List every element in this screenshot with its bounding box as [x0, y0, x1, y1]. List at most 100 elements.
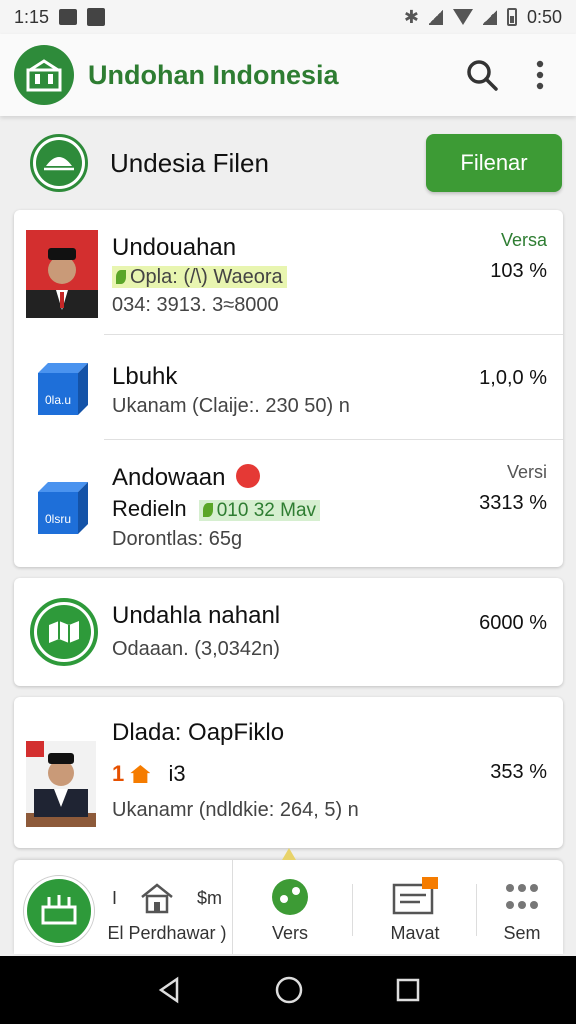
item-sub: i3: [168, 761, 186, 786]
item-percent: 353 %: [490, 761, 547, 783]
nav-home-top-left: I: [112, 887, 118, 908]
app-icon: [30, 598, 98, 666]
house-icon: [130, 765, 151, 783]
sub-logo-inner: [36, 140, 82, 186]
item-tag-text: 010 32 Mav: [216, 500, 317, 521]
item-tag: Opla: (/\) Waeora: [112, 266, 287, 289]
fab-button[interactable]: [24, 876, 94, 946]
filter-button[interactable]: Filenar: [426, 134, 562, 192]
list-item[interactable]: Undouahan Opla: (/\) Waeora 034: 3913. 3…: [14, 210, 563, 334]
item-title: Dlada: OapFiklo: [112, 719, 285, 746]
item-meta: Ukanamr (ndldkie: 264, 5) n: [112, 799, 359, 821]
list-card-3[interactable]: Dlada: OapFiklo 1 i3 Ukanamr (ndldkie: 2…: [14, 697, 563, 848]
nav-home-top-right: $m: [196, 887, 222, 908]
leaf-icon: [116, 270, 126, 284]
leaf-icon: [202, 503, 213, 517]
item-title: Andowaan: [112, 464, 261, 492]
avatar-photo: [26, 741, 96, 827]
bluetooth-icon: ✱: [403, 6, 419, 27]
home-circle-icon[interactable]: [274, 975, 304, 1005]
box-label: 0lsru: [44, 512, 71, 526]
signal-icon: [428, 9, 443, 25]
item-badge-number: 1: [112, 761, 125, 786]
bottom-navigation: I $m El Perdhawar ) Vers Mavat Sem: [14, 848, 563, 954]
list-item[interactable]: 0la.u Lbuhk Ukanam (Claije:. 230 50) n 1…: [14, 335, 563, 439]
nav-separator: [352, 884, 353, 936]
nav-label: Sem: [503, 923, 541, 943]
flower-icon: [236, 464, 261, 488]
nav-item-home[interactable]: I $m El Perdhawar ): [106, 860, 228, 954]
person-photo-icon: [26, 741, 96, 827]
wifi-icon: [452, 9, 473, 25]
chat-icon: [272, 879, 308, 915]
item-percent: 6000 %: [479, 612, 547, 634]
list-card-2[interactable]: Undahla nahanl Odaaan. (3,0342n) 6000 %: [14, 578, 563, 686]
person-photo-icon: [26, 230, 98, 318]
item-meta: Odaaan. (3,0342n): [112, 638, 280, 660]
more-options-button[interactable]: [518, 53, 562, 97]
avatar-photo: [26, 230, 98, 318]
item-title-text: Andowaan: [112, 464, 226, 491]
app-bar: Undohan Indonesia: [0, 34, 576, 116]
item-percent: 3313 %: [479, 492, 547, 514]
scan-icon: [41, 895, 77, 925]
signal-icon-2: [482, 9, 497, 25]
item-version-label: Versa: [500, 230, 547, 250]
item-title: Lbuhk: [112, 363, 178, 390]
cube-icon: [38, 482, 88, 534]
nav-item-home-top: I $m: [112, 882, 222, 914]
app-icon-inner: [37, 605, 91, 659]
item-title: Undahla nahanl: [112, 602, 281, 629]
item-meta: Ukanam (Claije:. 230 50) n: [112, 395, 350, 417]
nav-separator: [232, 860, 233, 954]
item-title: Undouahan: [112, 234, 237, 261]
nav-separator: [476, 884, 477, 936]
item-meta: Dorontlas: 65g: [112, 528, 243, 550]
search-button[interactable]: [460, 53, 504, 97]
notification-icon: [59, 9, 78, 25]
list-card-1: Undouahan Opla: (/\) Waeora 034: 3913. 3…: [14, 210, 563, 567]
grid-icon: [506, 884, 538, 909]
recents-icon[interactable]: [395, 977, 421, 1003]
nav-label: El Perdhawar ): [107, 923, 227, 943]
nav-item-mavat[interactable]: Mavat: [358, 860, 472, 954]
item-badge-line: 1 i3: [112, 761, 186, 787]
status-bar: 1:15 ✱ 0:50: [0, 0, 576, 34]
item-tag-text: Opla: (/\) Waeora: [130, 266, 283, 288]
sub-header: Undesia Filen Filenar: [0, 118, 576, 208]
building-icon: [26, 59, 62, 92]
boat-icon: [44, 157, 74, 171]
item-tag-highlight: 010 32 Mav: [198, 500, 321, 521]
map-icon: [49, 621, 79, 643]
item-percent: 1,0,0 %: [479, 367, 547, 389]
item-percent: 103 %: [490, 260, 547, 282]
nav-label: Vers: [271, 923, 309, 943]
item-version-label: Versi: [506, 462, 547, 482]
system-navigation-bar: [0, 956, 576, 1024]
item-meta: 034: 3913. 3≈8000: [112, 294, 279, 316]
battery-icon: [506, 8, 517, 26]
nav-indicator: [282, 848, 296, 860]
app-title: Undohan Indonesia: [88, 59, 339, 90]
box-label: 0la.u: [44, 393, 72, 407]
item-subtitle-line: Redieln 010 32 Mav: [112, 496, 321, 522]
search-icon: [467, 60, 498, 91]
status-time: 1:15: [14, 6, 50, 27]
mail-icon: [392, 877, 438, 915]
section-title: Undesia Filen: [110, 147, 269, 178]
more-vert-icon: [536, 60, 544, 90]
app-logo[interactable]: [14, 45, 74, 105]
home-icon: [141, 883, 173, 914]
notification-icon-2: [87, 8, 106, 26]
nav-label: Mavat: [390, 923, 440, 943]
back-icon[interactable]: [155, 976, 183, 1004]
nav-item-sem[interactable]: Sem: [482, 860, 562, 954]
status-right: ✱ 0:50: [404, 7, 562, 28]
list-item[interactable]: 0lsru Andowaan Redieln 010 32 Mav Doront…: [14, 440, 563, 567]
status-clock: 0:50: [526, 6, 562, 27]
cube-icon: [38, 363, 88, 415]
item-subtitle: Redieln: [112, 496, 187, 521]
sub-logo: [30, 134, 88, 192]
nav-item-vers[interactable]: Vers: [240, 860, 340, 954]
box-icon: [34, 478, 92, 536]
